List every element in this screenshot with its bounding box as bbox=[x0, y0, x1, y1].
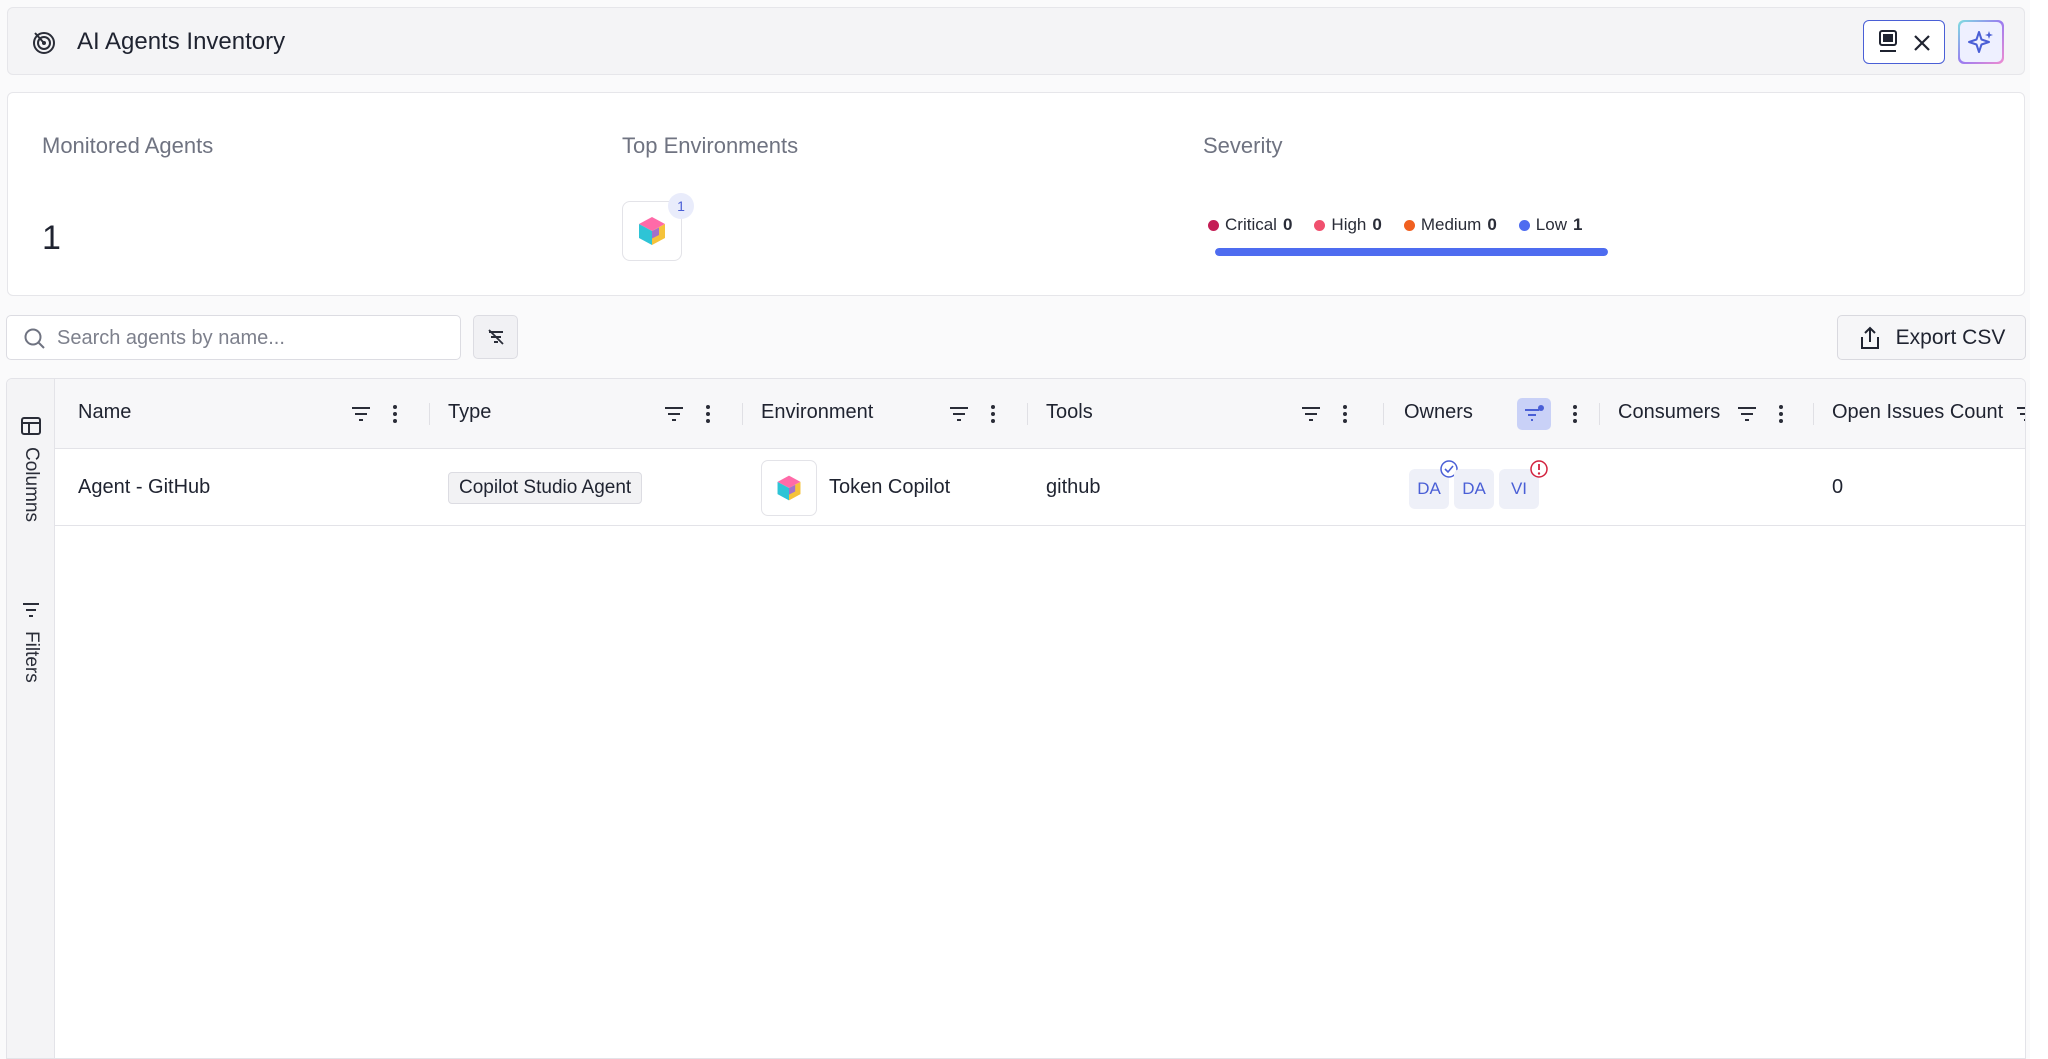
copilot-cube-icon bbox=[639, 217, 665, 245]
agents-table: Columns Filters Name Type Environment To… bbox=[6, 378, 2026, 1059]
severity-critical: Critical 0 bbox=[1208, 215, 1292, 235]
filters-label: Filters bbox=[21, 631, 42, 683]
filter-off-icon bbox=[487, 329, 504, 345]
severity-critical-count: 0 bbox=[1282, 215, 1293, 234]
filter-icon[interactable] bbox=[1735, 402, 1759, 426]
environment-count-badge: 1 bbox=[668, 193, 694, 219]
export-csv-label: Export CSV bbox=[1895, 325, 2006, 349]
cell-type: Copilot Studio Agent bbox=[448, 449, 643, 526]
filter-icon[interactable] bbox=[662, 402, 686, 426]
severity-medium-count: 0 bbox=[1487, 215, 1497, 234]
column-header-consumers[interactable]: Consumers bbox=[1595, 379, 1809, 449]
severity-bar-low-fill bbox=[1215, 248, 1608, 256]
export-csv-button[interactable]: Export CSV bbox=[1837, 315, 2026, 360]
environment-tile bbox=[761, 459, 817, 516]
table-columns-icon bbox=[21, 417, 41, 435]
critical-dot-icon bbox=[1208, 219, 1219, 231]
table-row[interactable]: Agent - GitHub Copilot Studio Agent Toke… bbox=[55, 449, 2025, 526]
window-edge bbox=[2030, 0, 2048, 1059]
search-icon bbox=[24, 328, 45, 349]
cell-name[interactable]: Agent - GitHub bbox=[78, 449, 210, 526]
column-environment-label: Environment bbox=[761, 401, 874, 423]
owner-avatar[interactable]: DA bbox=[1454, 469, 1494, 509]
column-menu-icon[interactable] bbox=[696, 402, 720, 426]
column-menu-icon[interactable] bbox=[981, 402, 1005, 426]
severity-high-count: 0 bbox=[1372, 215, 1382, 234]
severity-medium-label: Medium bbox=[1420, 215, 1482, 234]
environment-name: Token Copilot bbox=[829, 476, 951, 498]
app-background: AI Agents Inventory Monitored Agents 1 T… bbox=[0, 0, 2048, 1059]
type-chip: Copilot Studio Agent bbox=[448, 471, 643, 504]
column-tools-label: Tools bbox=[1046, 401, 1093, 423]
filter-icon[interactable] bbox=[2014, 402, 2025, 426]
column-owners-label: Owners bbox=[1404, 401, 1473, 423]
column-menu-icon[interactable] bbox=[1769, 402, 1793, 426]
cell-open-issues: 0 bbox=[1832, 476, 1844, 498]
filter-icon[interactable] bbox=[349, 402, 373, 426]
severity-label: Severity bbox=[1203, 133, 1283, 158]
column-consumers-label: Consumers bbox=[1618, 401, 1721, 423]
page-title: AI Agents Inventory bbox=[77, 28, 286, 55]
medium-dot-icon bbox=[1403, 219, 1415, 231]
filter-icon bbox=[23, 603, 39, 617]
columns-panel-toggle[interactable]: Columns bbox=[7, 415, 55, 522]
page-header: AI Agents Inventory bbox=[7, 7, 2025, 75]
clear-filters-button[interactable] bbox=[473, 315, 518, 359]
column-header-open-issues[interactable]: Open Issues Count bbox=[1809, 379, 2025, 449]
severity-high: High 0 bbox=[1314, 215, 1382, 235]
column-type-label: Type bbox=[448, 401, 492, 423]
cell-tools: github bbox=[1046, 476, 1101, 498]
agent-radar-icon bbox=[33, 32, 55, 54]
severity-critical-label: Critical bbox=[1225, 215, 1277, 234]
filter-icon[interactable] bbox=[1299, 402, 1323, 426]
warning-badge-icon bbox=[1530, 460, 1548, 478]
upload-icon bbox=[1860, 326, 1879, 349]
severity-low-label: Low bbox=[1535, 215, 1567, 234]
column-header-type[interactable]: Type bbox=[425, 379, 738, 449]
dock-panel-icon[interactable] bbox=[1876, 29, 1900, 55]
filter-icon[interactable] bbox=[947, 402, 971, 426]
side-rail: Columns Filters bbox=[7, 379, 55, 1058]
sparkle-icon bbox=[1968, 31, 1993, 53]
column-header-environment[interactable]: Environment bbox=[738, 379, 1023, 449]
search-box bbox=[6, 315, 461, 360]
search-input[interactable] bbox=[57, 324, 447, 352]
severity-low-count: 1 bbox=[1572, 215, 1583, 234]
monitored-agents-label: Monitored Agents bbox=[42, 133, 214, 158]
summary-card: Monitored Agents 1 Top Environments 1 Se… bbox=[7, 92, 2025, 296]
top-environments-label: Top Environments bbox=[622, 133, 799, 158]
severity-bar bbox=[1215, 248, 1608, 256]
severity-medium: Medium 0 bbox=[1403, 215, 1497, 235]
cell-owners: DA DA VI bbox=[1379, 449, 1595, 526]
cell-environment[interactable]: Token Copilot bbox=[761, 449, 950, 526]
column-name-label: Name bbox=[78, 401, 132, 423]
column-menu-icon[interactable] bbox=[383, 402, 407, 426]
filters-panel-toggle[interactable]: Filters bbox=[7, 599, 55, 683]
severity-legend: Critical 0 High 0 Medium 0 Low 1 bbox=[1208, 215, 1582, 235]
table-header: Name Type Environment Tools Owners Consu… bbox=[55, 379, 2025, 449]
panel-controls bbox=[1863, 20, 1945, 64]
column-open-issues-label: Open Issues Count bbox=[1832, 401, 2004, 423]
column-header-name[interactable]: Name bbox=[55, 379, 425, 449]
column-menu-icon[interactable] bbox=[1333, 402, 1357, 426]
close-icon[interactable] bbox=[1910, 31, 1934, 55]
high-dot-icon bbox=[1314, 219, 1326, 231]
copilot-cube-icon bbox=[777, 475, 801, 500]
severity-low: Low 1 bbox=[1518, 215, 1583, 235]
low-dot-icon bbox=[1518, 219, 1530, 231]
monitored-agents-value: 1 bbox=[42, 219, 61, 257]
ai-assistant-button[interactable] bbox=[1958, 20, 2004, 64]
columns-label: Columns bbox=[21, 447, 42, 522]
active-filter-icon[interactable] bbox=[1517, 398, 1551, 430]
column-menu-icon[interactable] bbox=[1563, 402, 1587, 426]
column-header-tools[interactable]: Tools bbox=[1023, 379, 1379, 449]
column-header-owners[interactable]: Owners bbox=[1379, 379, 1595, 449]
severity-high-label: High bbox=[1331, 215, 1367, 234]
